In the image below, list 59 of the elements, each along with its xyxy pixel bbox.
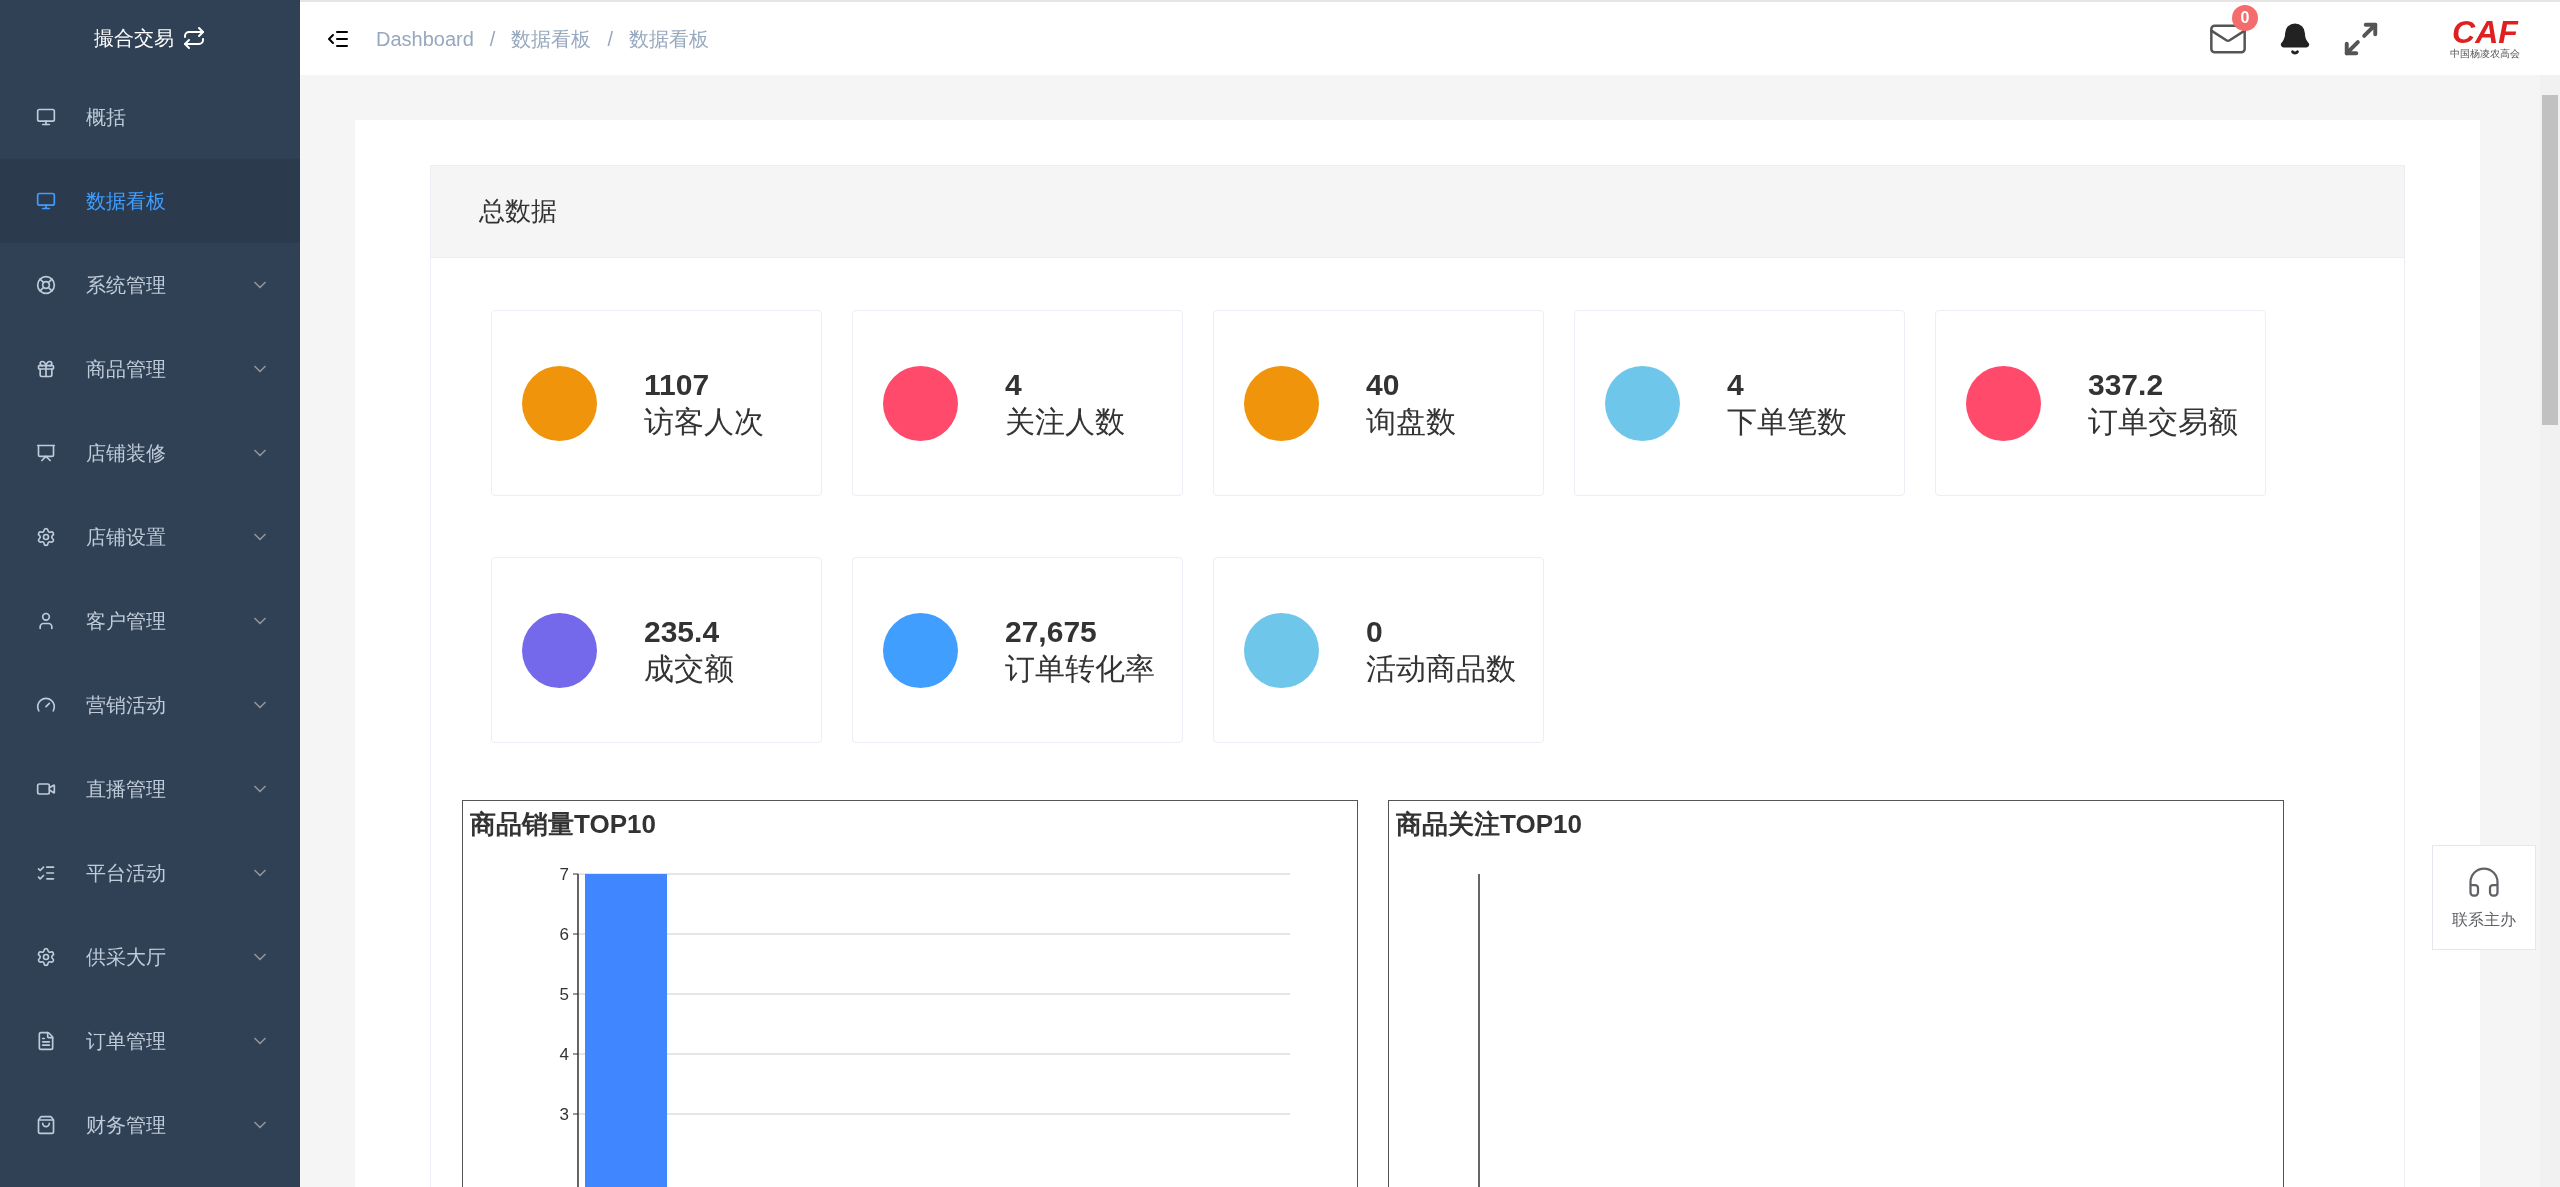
stat-value: 40	[1366, 366, 1401, 403]
stat-value: 4	[1005, 366, 1023, 403]
sidebar-item[interactable]: 系统管理	[0, 243, 300, 327]
stat-label: 下单笔数	[1727, 404, 1847, 440]
notification-badge: 0	[2232, 4, 2258, 31]
stat-label: 关注人数	[1005, 404, 1125, 440]
stat-label: 订单转化率	[1005, 651, 1155, 687]
axis-tick-label: 3	[559, 1105, 569, 1124]
sidebar-item[interactable]: 供采大厅	[0, 915, 300, 999]
breadcrumb-separator: /	[607, 26, 613, 52]
axis-tick-label: 5	[559, 985, 569, 1004]
axis-tick-label: 4	[559, 1045, 569, 1064]
checklist-icon	[36, 863, 56, 883]
gear-icon	[36, 527, 56, 547]
bag-icon	[36, 1115, 56, 1135]
sidebar-item[interactable]: 营销活动	[0, 663, 300, 747]
logo: CAF 中国杨凌农高会	[2450, 16, 2520, 61]
gift-icon	[36, 359, 56, 379]
lifebuoy-icon	[36, 275, 56, 295]
axis-tick-label: 7	[559, 865, 569, 884]
gear-icon	[36, 947, 56, 967]
gauge-icon	[36, 695, 56, 715]
app-title: 撮合交易	[94, 25, 174, 51]
scrollbar[interactable]	[2540, 75, 2560, 1187]
stat-value: 0	[1366, 613, 1384, 650]
sidebar-item[interactable]: 订单管理	[0, 999, 300, 1083]
stat-label: 活动商品数	[1366, 651, 1516, 687]
stat-value: 27,675	[1005, 613, 1098, 650]
stat-label: 询盘数	[1366, 404, 1456, 440]
panel-title: 总数据	[479, 195, 557, 228]
stat-value: 4	[1727, 366, 1745, 403]
sidebar-item[interactable]: 财务管理	[0, 1083, 300, 1167]
user-icon	[36, 611, 56, 631]
stat-value: 1107	[644, 366, 711, 403]
document-icon	[36, 1031, 56, 1051]
switch-icon[interactable]	[182, 25, 206, 50]
axis-tick-label: 6	[559, 925, 569, 944]
sidebar-item[interactable]: 数据看板	[0, 159, 300, 243]
stat-label: 成交额	[644, 651, 734, 687]
stat-value: 235.4	[644, 613, 721, 650]
sidebar-item[interactable]: 店铺设置	[0, 495, 300, 579]
chart-title: 商品销量TOP10	[469, 808, 657, 841]
contact-organizer-button[interactable]: 联系主办	[2432, 845, 2536, 950]
sidebar-item[interactable]: 店铺装修	[0, 411, 300, 495]
sidebar-item[interactable]: 平台活动	[0, 831, 300, 915]
sidebar-item[interactable]: 概括	[0, 75, 300, 159]
monitor-icon	[36, 107, 56, 127]
breadcrumb-item: 数据看板	[628, 26, 709, 52]
stat-label: 订单交易额	[2088, 404, 2238, 440]
chart-title: 商品关注TOP10	[1395, 808, 1583, 841]
sidebar-item[interactable]: 直播管理	[0, 747, 300, 831]
easel-icon	[36, 443, 56, 463]
sidebar-item[interactable]: 客户管理	[0, 579, 300, 663]
sidebar-item[interactable]: 商品管理	[0, 327, 300, 411]
stat-label: 访客人次	[644, 404, 764, 440]
breadcrumb-separator: /	[489, 26, 496, 52]
monitor-icon	[36, 191, 56, 211]
stat-value: 337.2	[2088, 366, 2165, 403]
bell-icon[interactable]	[2278, 21, 2312, 56]
